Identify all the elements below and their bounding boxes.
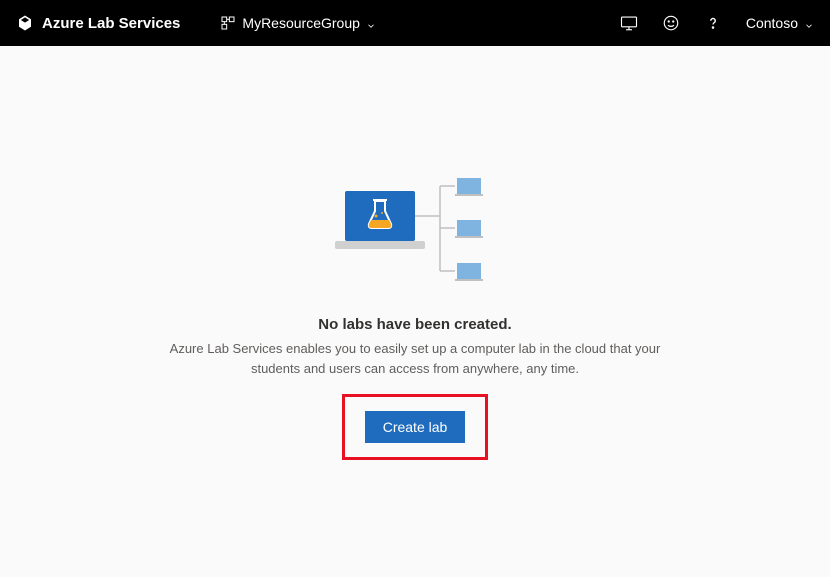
resource-group-icon — [220, 15, 236, 31]
monitor-icon[interactable] — [620, 14, 638, 32]
azure-lab-logo-icon — [16, 14, 34, 32]
account-selector[interactable]: Contoso — [746, 15, 814, 31]
main-content: No labs have been created. Azure Lab Ser… — [0, 46, 830, 460]
app-title: Azure Lab Services — [42, 15, 180, 32]
resource-group-selector[interactable]: MyResourceGroup — [220, 15, 376, 31]
header: Azure Lab Services MyResourceGroup — [0, 0, 830, 46]
chevron-down-icon — [804, 18, 814, 28]
create-lab-button[interactable]: Create lab — [365, 411, 466, 443]
empty-state-illustration — [325, 176, 505, 286]
empty-state-description: Azure Lab Services enables you to easily… — [145, 339, 685, 378]
account-label: Contoso — [746, 15, 798, 31]
resource-group-label: MyResourceGroup — [242, 15, 360, 31]
feedback-smiley-icon[interactable] — [662, 14, 680, 32]
help-icon[interactable] — [704, 14, 722, 32]
chevron-down-icon — [366, 18, 376, 28]
button-highlight-box: Create lab — [342, 394, 489, 460]
empty-state-title: No labs have been created. — [318, 316, 511, 333]
header-right: Contoso — [620, 14, 814, 32]
header-left: Azure Lab Services — [16, 14, 180, 32]
